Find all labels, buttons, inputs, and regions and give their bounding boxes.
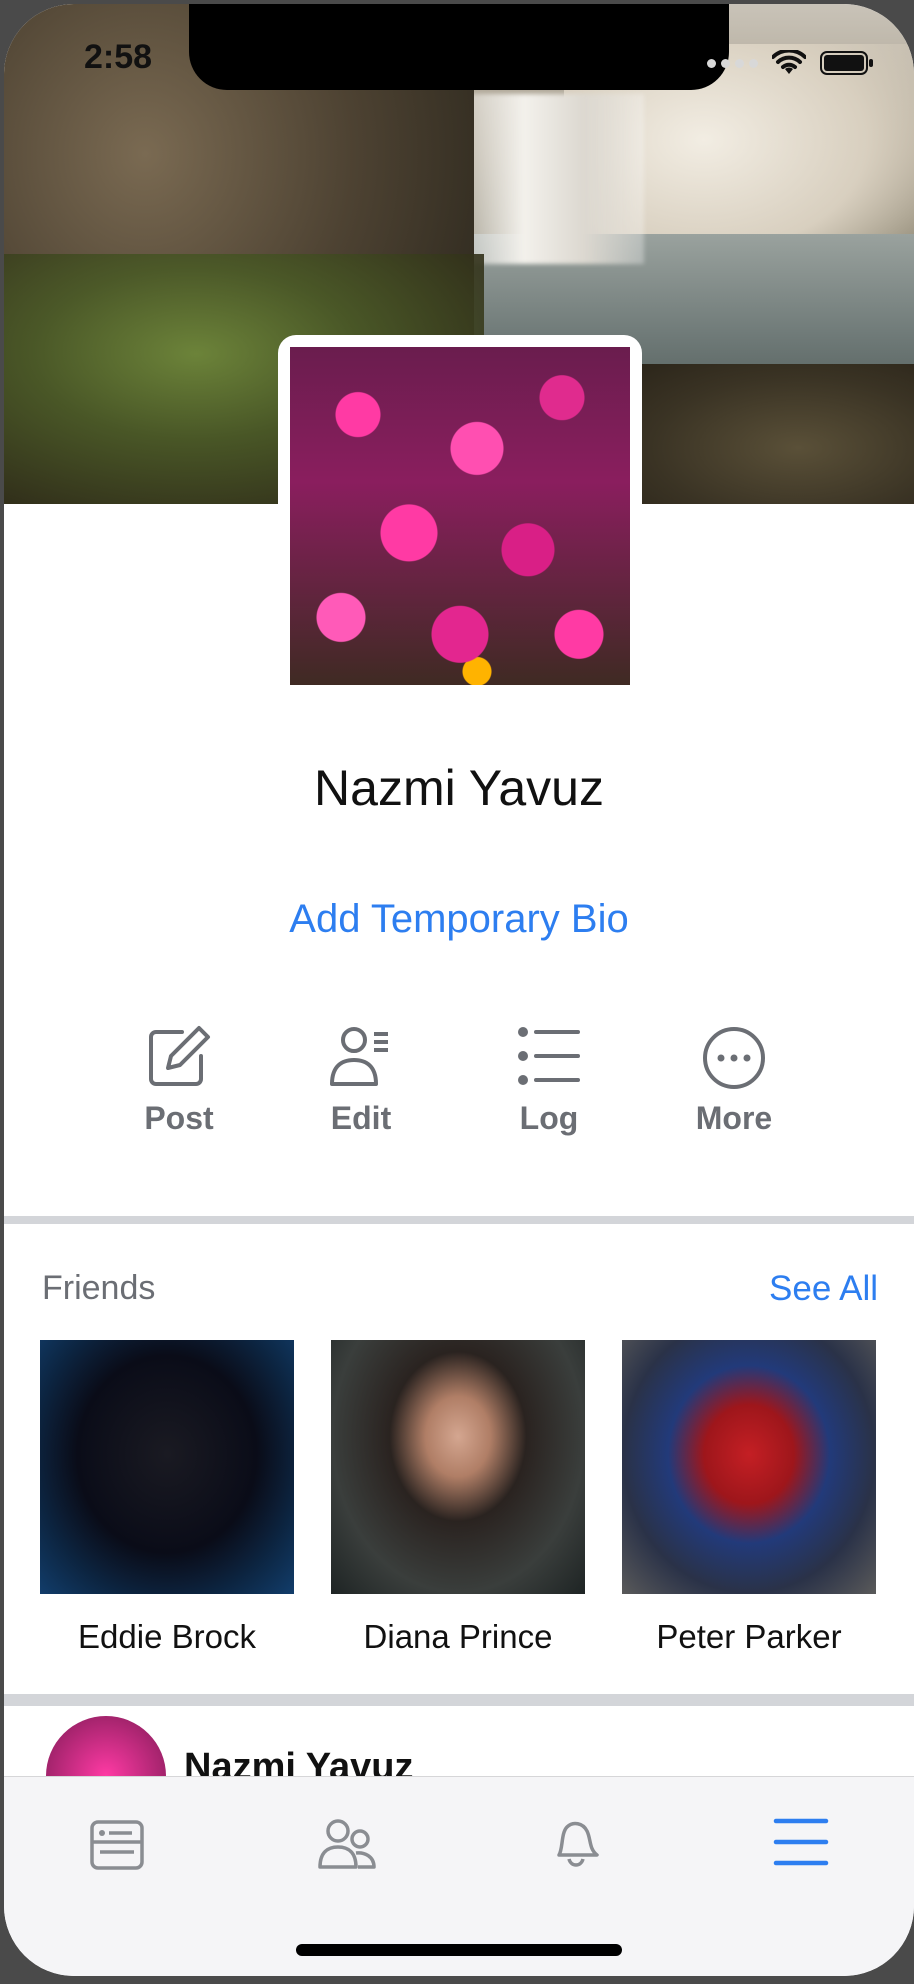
log-action-label: Log [519, 1100, 579, 1136]
status-icons [707, 48, 874, 78]
section-divider [4, 1694, 914, 1706]
tab-friends[interactable] [312, 1807, 392, 1887]
friends-icon [318, 1819, 376, 1869]
friend-photo[interactable] [40, 1340, 294, 1594]
friend-name[interactable]: Peter Parker [622, 1618, 876, 1656]
post-header: Nazmi Yavuz ••• [4, 1716, 914, 1836]
menu-icon [773, 1818, 829, 1866]
friend-name[interactable]: Diana Prince [331, 1618, 585, 1656]
profile-name: Nazmi Yavuz [314, 760, 604, 816]
edit-action-button[interactable]: Edit [286, 1024, 436, 1137]
cover-rocks [624, 364, 914, 504]
wifi-icon [772, 50, 806, 74]
more-action-label: More [695, 1100, 773, 1136]
list-icon [518, 1027, 580, 1085]
friends-section-title: Friends [42, 1269, 156, 1307]
add-temporary-bio-link[interactable]: Add Temporary Bio [4, 897, 914, 942]
device-notch [189, 4, 729, 90]
compose-icon [149, 1026, 210, 1086]
friend-name[interactable]: Eddie Brock [40, 1618, 294, 1656]
profile-actions: Post Edit Log More [104, 1024, 814, 1144]
friend-photo[interactable] [331, 1340, 585, 1594]
tab-notifications[interactable] [539, 1807, 619, 1887]
post-action-button[interactable]: Post [104, 1024, 254, 1137]
profile-picture-frame[interactable] [278, 335, 642, 695]
friend-card[interactable]: Diana Prince [331, 1340, 585, 1656]
post-action-label: Post [144, 1100, 214, 1136]
see-all-friends-link[interactable]: See All [769, 1269, 878, 1309]
tab-menu[interactable] [766, 1807, 846, 1887]
status-time: 2:58 [84, 38, 153, 76]
home-indicator[interactable] [296, 1944, 622, 1956]
profile-picture[interactable] [290, 347, 630, 685]
edit-profile-icon [330, 1027, 388, 1086]
cover-waterfall [444, 94, 644, 264]
notifications-bell-icon [557, 1821, 599, 1867]
tab-news-feed[interactable] [82, 1807, 162, 1887]
friend-card[interactable]: Peter Parker [622, 1340, 876, 1656]
phone-screen: 2:58 Nazmi Yavuz Add Temporary Bio Post [4, 4, 914, 1976]
more-action-button[interactable]: More [659, 1024, 809, 1137]
friend-card[interactable]: Eddie Brock [40, 1340, 294, 1656]
cellular-signal-icon [707, 58, 758, 68]
news-feed-icon [90, 1820, 144, 1870]
battery-icon [820, 51, 873, 75]
friend-photo[interactable] [622, 1340, 876, 1594]
edit-action-label: Edit [330, 1100, 392, 1136]
section-divider [4, 1216, 914, 1224]
more-icon [703, 1027, 765, 1089]
log-action-button[interactable]: Log [474, 1024, 624, 1137]
